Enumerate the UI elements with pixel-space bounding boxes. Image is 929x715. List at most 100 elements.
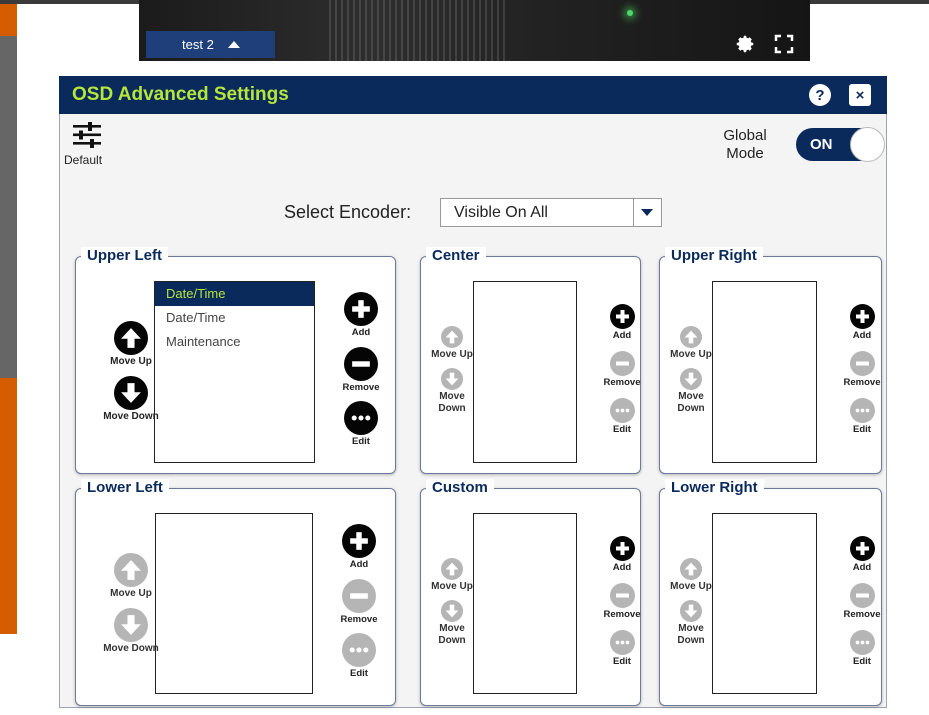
remove-button[interactable] <box>849 583 875 608</box>
edit-button[interactable] <box>609 630 635 655</box>
edit-button[interactable] <box>849 398 875 423</box>
help-button[interactable]: ? <box>809 84 831 106</box>
move-down-label-line1: Move <box>439 623 465 634</box>
panel-title: Upper Left <box>81 247 168 264</box>
remove-label: Remove <box>603 609 641 620</box>
remove-button[interactable] <box>344 347 378 381</box>
move-down-label-line1: Move <box>678 391 704 402</box>
move-down-button[interactable] <box>680 368 702 390</box>
move-up-label: Move Up <box>110 356 152 367</box>
default-label[interactable]: Default <box>64 153 102 167</box>
add-label: Add <box>349 559 369 570</box>
remove-button[interactable] <box>342 579 376 613</box>
move-down-label: Move Down <box>668 623 714 647</box>
add-button[interactable] <box>342 524 376 558</box>
move-up-button[interactable] <box>680 558 702 580</box>
fullscreen-icon[interactable] <box>774 34 794 59</box>
add-button[interactable] <box>849 536 875 561</box>
encoder-select-value: Visible On All <box>454 204 548 221</box>
move-down-button[interactable] <box>114 608 148 642</box>
move-up-label: Move Up <box>431 581 473 592</box>
remove-label: Remove <box>342 382 380 393</box>
list-item[interactable]: Date/Time <box>155 282 314 306</box>
list-item[interactable]: Maintenance <box>155 330 314 354</box>
remove-button[interactable] <box>609 583 635 608</box>
center-list[interactable] <box>473 281 577 463</box>
move-down-label-line2: Down <box>677 635 705 646</box>
gear-icon[interactable] <box>734 33 756 59</box>
move-up-button[interactable] <box>441 326 463 348</box>
add-button[interactable] <box>849 304 875 329</box>
video-scene <box>329 0 509 61</box>
sliders-icon[interactable] <box>72 121 102 149</box>
move-up-label: Move Up <box>670 581 712 592</box>
move-up-label: Move Up <box>431 349 473 360</box>
upper-left-list[interactable]: Date/Time Date/Time Maintenance <box>154 281 315 463</box>
move-down-label-line2: Down <box>438 403 466 414</box>
move-up-button[interactable] <box>114 321 148 355</box>
move-up-label: Move Up <box>110 588 152 599</box>
dialog-title: OSD Advanced Settings <box>72 84 289 105</box>
custom-list[interactable] <box>473 513 577 694</box>
global-mode-label-line2: Mode <box>726 145 764 162</box>
chevron-up-icon <box>227 41 240 48</box>
move-down-label: Move Down <box>429 623 475 647</box>
move-down-label: Move Down <box>668 391 714 415</box>
add-button[interactable] <box>609 536 635 561</box>
panel-title: Center <box>426 247 486 264</box>
edit-label: Edit <box>352 436 370 447</box>
panel-title: Custom <box>426 479 494 496</box>
toggle-knob[interactable] <box>850 127 885 162</box>
add-button[interactable] <box>344 292 378 326</box>
move-up-button[interactable] <box>441 558 463 580</box>
move-down-button[interactable] <box>441 368 463 390</box>
list-item[interactable]: Date/Time <box>155 306 314 330</box>
move-down-label: Move Down <box>429 391 475 415</box>
video-led-light <box>627 10 633 16</box>
add-button[interactable] <box>609 304 635 329</box>
panel-title: Lower Left <box>81 479 169 496</box>
move-down-label-line2: Down <box>438 635 466 646</box>
sidebar-gray <box>0 36 17 378</box>
panel-title: Lower Right <box>665 479 764 496</box>
close-button[interactable]: × <box>849 84 871 106</box>
sidebar-accent-top <box>0 4 17 36</box>
lower-left-list[interactable] <box>155 513 313 694</box>
edit-button[interactable] <box>609 398 635 423</box>
move-down-button[interactable] <box>680 600 702 622</box>
edit-label: Edit <box>853 656 871 667</box>
edit-button[interactable] <box>849 630 875 655</box>
global-mode-label: Global Mode <box>713 127 777 163</box>
edit-button[interactable] <box>344 401 378 435</box>
upper-right-list[interactable] <box>712 281 817 463</box>
add-label: Add <box>351 327 371 338</box>
move-down-button[interactable] <box>441 600 463 622</box>
edit-label: Edit <box>350 668 368 679</box>
chevron-down-icon <box>641 209 653 216</box>
edit-label: Edit <box>613 656 631 667</box>
move-up-button[interactable] <box>680 326 702 348</box>
add-label: Add <box>852 330 872 341</box>
move-down-label-line2: Down <box>677 403 705 414</box>
sidebar-accent-bottom <box>0 378 17 634</box>
panel-title: Upper Right <box>665 247 763 264</box>
global-mode-value: ON <box>810 136 833 153</box>
remove-button[interactable] <box>849 351 875 376</box>
move-up-label: Move Up <box>670 349 712 360</box>
remove-label: Remove <box>340 614 378 625</box>
stream-tab-label: test 2 <box>182 37 214 52</box>
remove-label: Remove <box>603 377 641 388</box>
select-encoder-label: Select Encoder: <box>284 202 412 222</box>
remove-label: Remove <box>843 377 881 388</box>
move-up-button[interactable] <box>114 553 148 587</box>
move-down-button[interactable] <box>114 376 148 410</box>
remove-button[interactable] <box>609 351 635 376</box>
stream-tab[interactable]: test 2 <box>146 31 275 58</box>
add-label: Add <box>612 562 632 573</box>
move-down-label-line1: Move <box>678 623 704 634</box>
edit-label: Edit <box>853 424 871 435</box>
lower-right-list[interactable] <box>712 513 817 694</box>
edit-button[interactable] <box>342 633 376 667</box>
edit-label: Edit <box>613 424 631 435</box>
add-label: Add <box>612 330 632 341</box>
